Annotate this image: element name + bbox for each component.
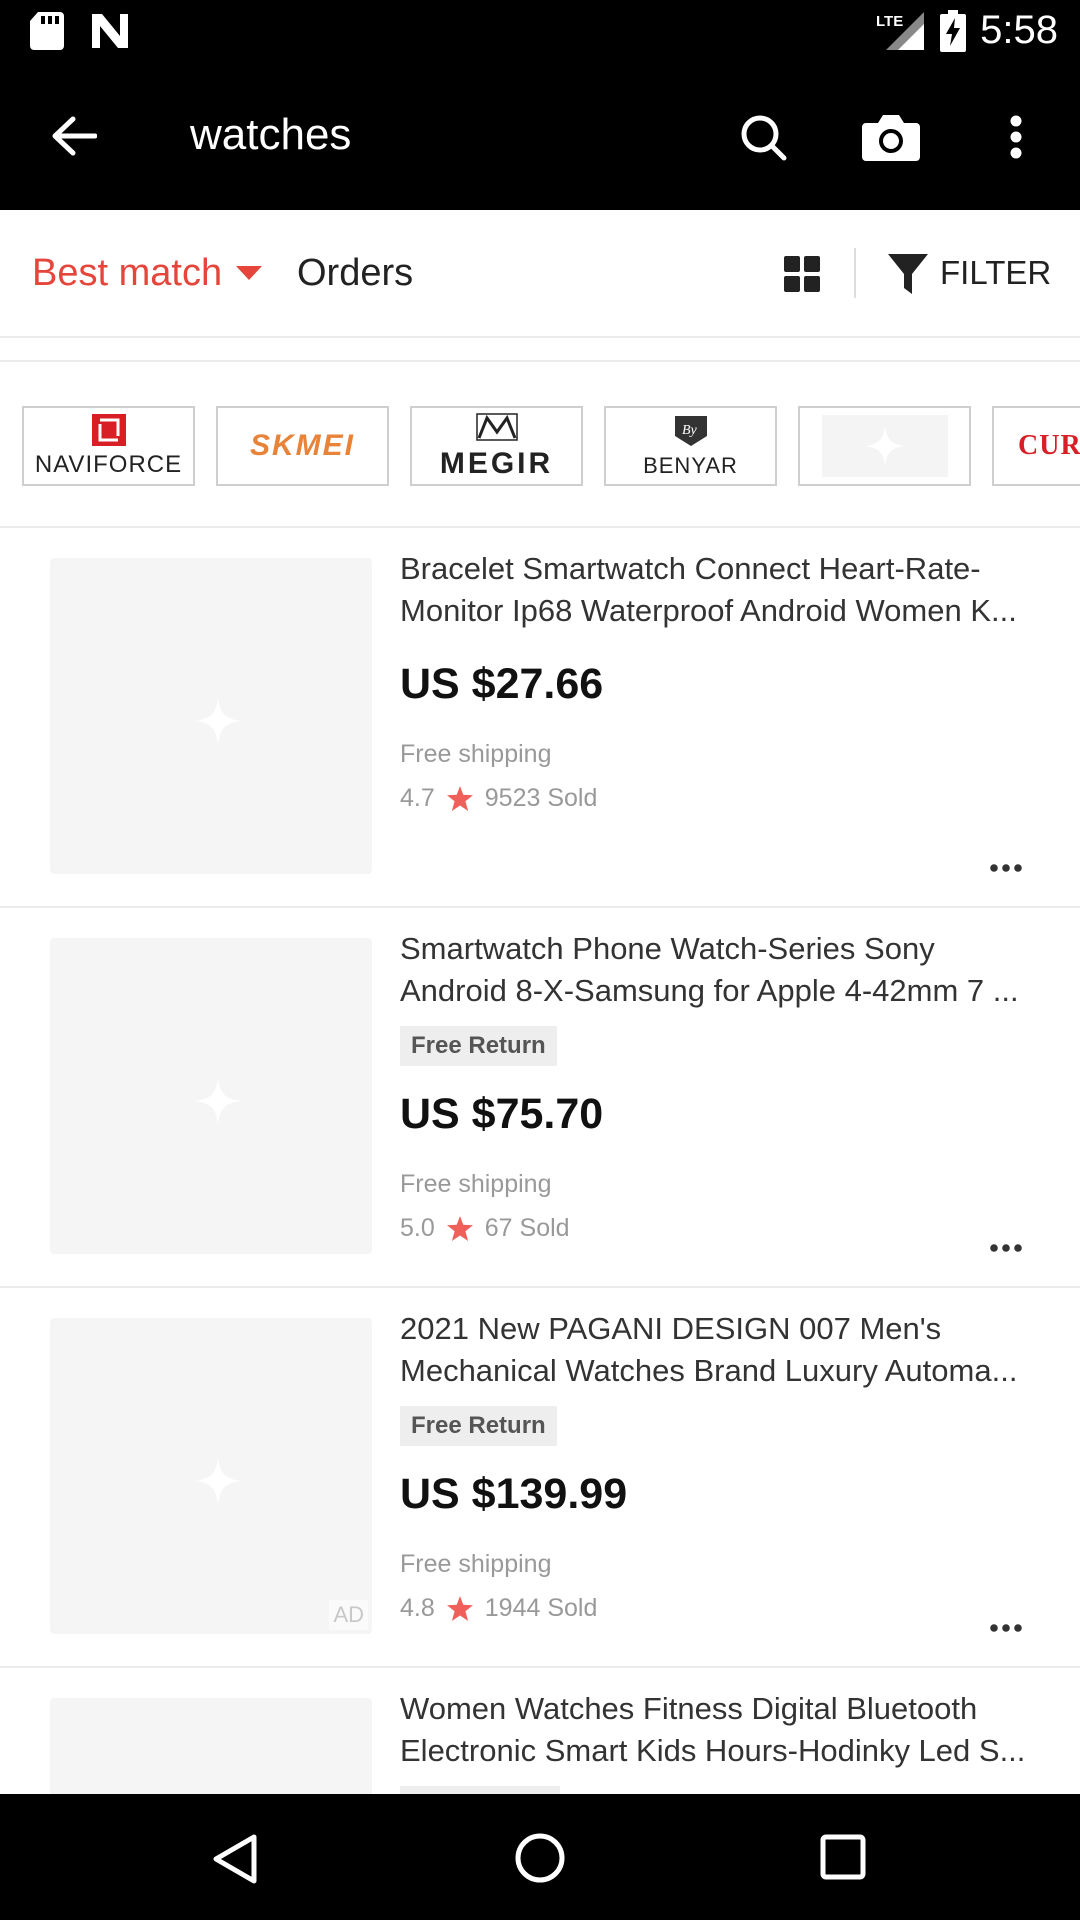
product-title-line: Mechanical Watches Brand Luxury Automa..…	[400, 1353, 1018, 1388]
clock: 5:58	[980, 8, 1058, 52]
image-placeholder-icon	[195, 698, 241, 749]
ad-label: AD	[329, 1600, 368, 1630]
search-icon[interactable]	[734, 108, 794, 168]
filter-button[interactable]: FILTER	[940, 254, 1051, 292]
sort-best-match[interactable]: Best match	[32, 252, 222, 295]
more-vert-icon[interactable]	[996, 106, 1036, 168]
back-arrow-icon[interactable]	[44, 106, 104, 166]
system-nav-bar	[0, 1794, 1080, 1920]
back-triangle-icon[interactable]	[212, 1834, 258, 1889]
product-card[interactable]: AD 2021 New PAGANI DESIGN 007 Men's Mech…	[0, 1288, 1080, 1668]
product-title[interactable]: Smartwatch Phone Watch-Series Sony Andro…	[400, 928, 1040, 1012]
n-notification-icon	[90, 12, 130, 55]
rating-row: 4.7 9523 Sold	[400, 784, 597, 813]
product-card[interactable]: Women Watches Fitness Digital Bluetooth …	[0, 1668, 1080, 1794]
sd-card-icon	[30, 12, 64, 55]
sort-filter-bar: Best match Orders FILTER	[0, 210, 1080, 338]
home-circle-icon[interactable]	[514, 1832, 566, 1889]
product-title-line: Women Watches Fitness Digital Bluetooth	[400, 1691, 978, 1726]
brand-placeholder[interactable]	[798, 406, 971, 486]
brand-benyar[interactable]: By BENYAR	[604, 406, 777, 486]
brand-curren[interactable]: CUR	[992, 406, 1080, 486]
product-title[interactable]: 2021 New PAGANI DESIGN 007 Men's Mechani…	[400, 1308, 1040, 1392]
brand-skmei[interactable]: SKMEI	[216, 406, 389, 486]
image-placeholder-icon	[195, 1458, 241, 1509]
product-price: US $75.70	[400, 1090, 604, 1138]
product-card[interactable]: Bracelet Smartwatch Connect Heart-Rate- …	[0, 528, 1080, 908]
search-query-title[interactable]: watches	[190, 110, 351, 160]
product-title-line: Electronic Smart Kids Hours-Hodinky Led …	[400, 1733, 1026, 1768]
free-return-badge: Free Return	[400, 1406, 557, 1446]
rating-value: 5.0	[400, 1214, 435, 1242]
star-icon	[446, 1216, 473, 1241]
star-icon	[446, 786, 473, 811]
grid-view-icon[interactable]	[784, 256, 820, 297]
brand-name: BENYAR	[643, 452, 738, 478]
more-options-icon[interactable]	[990, 860, 1022, 878]
product-title[interactable]: Women Watches Fitness Digital Bluetooth …	[400, 1688, 1040, 1772]
product-card[interactable]: Smartwatch Phone Watch-Series Sony Andro…	[0, 908, 1080, 1288]
brand-name: SKMEI	[249, 429, 355, 462]
product-title-line: Monitor Ip68 Waterproof Android Women K.…	[400, 593, 1017, 628]
badge-partial	[400, 1786, 560, 1794]
sort-orders[interactable]: Orders	[297, 252, 413, 295]
image-placeholder-icon	[821, 415, 948, 477]
star-icon	[446, 1596, 473, 1621]
product-thumbnail[interactable]	[50, 1698, 372, 1794]
lte-signal-icon: LTE	[876, 10, 926, 57]
product-title[interactable]: Bracelet Smartwatch Connect Heart-Rate- …	[400, 548, 1040, 632]
funnel-icon[interactable]	[888, 252, 928, 301]
rating-row: 4.8 1944 Sold	[400, 1594, 597, 1623]
camera-icon[interactable]	[858, 106, 924, 168]
megir-logo-icon	[475, 412, 519, 447]
product-title-line: 2021 New PAGANI DESIGN 007 Men's	[400, 1311, 942, 1346]
more-options-icon[interactable]	[990, 1240, 1022, 1258]
product-thumbnail[interactable]: AD	[50, 1318, 372, 1634]
caret-down-icon[interactable]	[236, 266, 262, 287]
sold-count: 67 Sold	[484, 1214, 570, 1242]
rating-value: 4.8	[400, 1594, 435, 1622]
divider	[854, 248, 856, 298]
shipping-info: Free shipping	[400, 1170, 552, 1198]
recents-square-icon[interactable]	[820, 1834, 866, 1885]
product-thumbnail[interactable]	[50, 938, 372, 1254]
product-thumbnail[interactable]	[50, 558, 372, 874]
product-title-line: Android 8-X-Samsung for Apple 4-42mm 7 .…	[400, 973, 1019, 1008]
brand-megir[interactable]: MEGIR	[410, 406, 583, 486]
brand-name: MEGIR	[439, 446, 554, 480]
rating-row: 5.0 67 Sold	[400, 1214, 570, 1243]
sold-count: 1944 Sold	[484, 1594, 598, 1622]
product-title-line: Smartwatch Phone Watch-Series Sony	[400, 931, 935, 966]
product-price: US $139.99	[400, 1470, 628, 1518]
brand-name: CUR	[1018, 430, 1080, 461]
battery-charging-icon	[940, 10, 966, 57]
naviforce-logo-icon	[91, 413, 126, 451]
svg-text:By: By	[682, 423, 698, 438]
benyar-logo-icon: By	[673, 414, 709, 453]
free-return-badge: Free Return	[400, 1026, 557, 1066]
brand-naviforce[interactable]: NAVIFORCE	[22, 406, 195, 486]
shipping-info: Free shipping	[400, 740, 552, 768]
rating-value: 4.7	[400, 784, 435, 812]
status-bar: LTE 5:58	[0, 0, 1080, 62]
product-price: US $27.66	[400, 660, 604, 708]
image-placeholder-icon	[195, 1078, 241, 1129]
svg-text:LTE: LTE	[876, 13, 903, 30]
product-title-line: Bracelet Smartwatch Connect Heart-Rate-	[400, 551, 981, 586]
brand-strip: NAVIFORCE SKMEI MEGIR By BENYAR CUR	[0, 360, 1080, 528]
brand-name: NAVIFORCE	[34, 450, 183, 478]
app-bar: watches	[0, 62, 1080, 210]
more-options-icon[interactable]	[990, 1620, 1022, 1638]
sold-count: 9523 Sold	[484, 784, 598, 812]
shipping-info: Free shipping	[400, 1550, 552, 1578]
